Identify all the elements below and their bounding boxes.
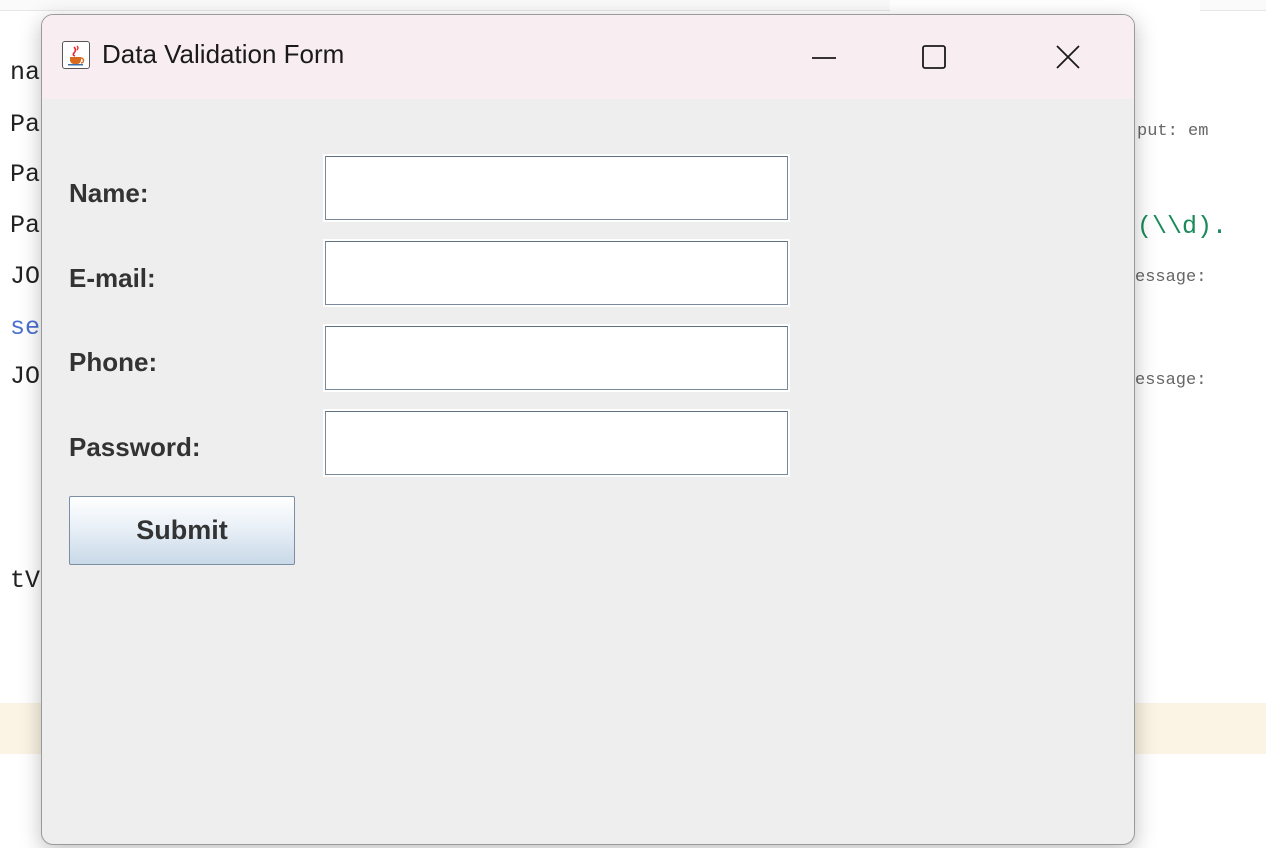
java-cup-icon (62, 41, 90, 69)
close-button[interactable] (1030, 15, 1106, 99)
window-titlebar[interactable]: Data Validation Form (42, 15, 1134, 99)
maximize-icon (922, 45, 946, 69)
minimize-button[interactable] (786, 15, 862, 99)
email-label: E-mail: (69, 263, 156, 293)
maximize-button[interactable] (896, 15, 972, 99)
minimize-icon (812, 57, 836, 59)
phone-input[interactable] (323, 324, 790, 392)
code-fragment-put: put: em (1137, 122, 1209, 141)
email-input[interactable] (323, 239, 790, 307)
code-fragment: Pa (10, 110, 41, 139)
data-validation-window: Data Validation Form Name: E-mail: Phone… (41, 14, 1135, 845)
code-fragment-message: essage: (1135, 268, 1207, 287)
submit-button[interactable]: Submit (69, 496, 295, 565)
code-fragment: tV (10, 566, 41, 595)
code-fragment: se (10, 313, 41, 342)
phone-label: Phone: (69, 347, 158, 377)
editor-tab-strip (0, 0, 890, 11)
code-fragment-message: essage: (1135, 371, 1207, 390)
editor-tab-strip-right (1200, 0, 1266, 11)
code-fragment: JO (10, 362, 41, 391)
code-fragment: na (10, 58, 41, 87)
code-fragment-regex: (\\d). (1137, 212, 1228, 241)
code-fragment: Pa (10, 211, 41, 240)
name-label: Name: (69, 178, 149, 208)
window-title: Data Validation Form (102, 39, 345, 69)
code-fragment: Pa (10, 160, 41, 189)
name-input[interactable] (323, 154, 790, 222)
close-icon (1056, 45, 1080, 69)
code-fragment: JO (10, 262, 41, 291)
password-input[interactable] (323, 409, 790, 477)
password-label: Password: (69, 432, 201, 462)
